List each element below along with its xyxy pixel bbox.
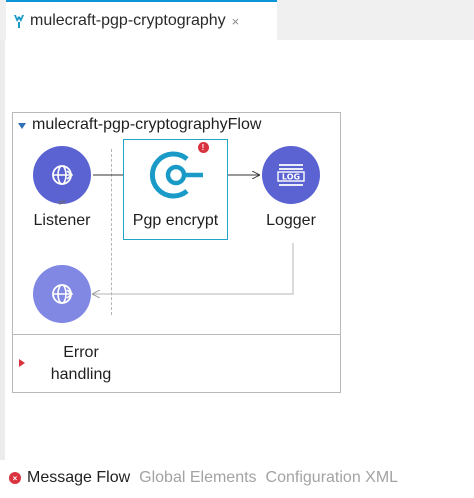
pgp-circle[interactable]: ! — [147, 142, 209, 204]
editor-bottom-tabs: × Message Flow Global Elements Configura… — [0, 464, 474, 492]
editor-gutter — [0, 40, 5, 460]
pgp-crypto-icon — [149, 151, 203, 199]
close-icon[interactable]: × — [232, 15, 240, 28]
error-handling-section[interactable]: Error handling — [13, 334, 340, 393]
error-badge-icon: ! — [197, 142, 209, 153]
globe-icon — [52, 284, 74, 304]
error-handling-line2: handling — [50, 366, 112, 383]
editor-tab-strip: mulecraft-pgp-cryptography × — [0, 0, 474, 40]
flow-container[interactable]: mulecraft-pgp-cryptographyFlow Listener — [12, 112, 341, 393]
error-icon: × — [9, 472, 21, 484]
logger-processor[interactable]: LOG Logger — [256, 146, 326, 230]
logger-label: Logger — [266, 212, 316, 229]
chevron-right-icon[interactable] — [19, 359, 25, 367]
tab-configuration-xml[interactable]: Configuration XML — [266, 469, 399, 487]
error-handling-line1: Error — [63, 344, 99, 361]
listener-response[interactable] — [27, 265, 97, 323]
globe-icon — [52, 165, 74, 185]
connector-return — [93, 243, 294, 294]
error-handling-label: Error handling — [41, 342, 121, 386]
listener-circle[interactable] — [33, 146, 91, 204]
logger-circle[interactable]: LOG — [262, 146, 320, 204]
log-icon-text: LOG — [282, 173, 300, 182]
response-circle[interactable] — [33, 265, 91, 323]
listener-label: Listener — [33, 212, 91, 229]
tab-message-flow[interactable]: Message Flow — [27, 469, 130, 487]
editor-tab-mulecraft[interactable]: mulecraft-pgp-cryptography × — [6, 0, 277, 40]
pgp-encrypt-processor[interactable]: ! Pgp encrypt — [123, 142, 228, 230]
pgp-encrypt-label: Pgp encrypt — [132, 212, 219, 229]
editor-tab-label: mulecraft-pgp-cryptography — [30, 12, 226, 29]
mule-icon — [12, 13, 26, 29]
listener-processor[interactable]: Listener — [27, 146, 97, 230]
log-icon: LOG — [277, 164, 305, 186]
tab-global-elements[interactable]: Global Elements — [139, 469, 256, 487]
sync-icon: ⇌ — [58, 197, 66, 207]
